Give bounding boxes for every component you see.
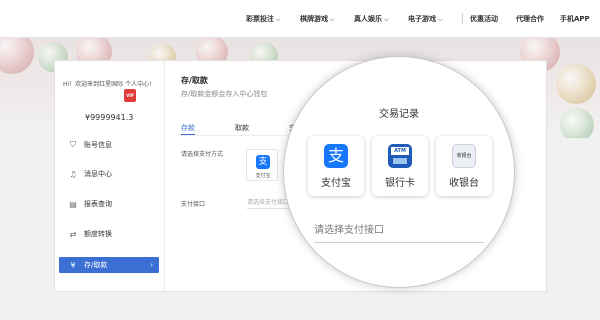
nav-chess-label: 棋牌游戏 xyxy=(300,15,328,23)
bank-card-label: 银行卡 xyxy=(385,178,415,189)
cashier-label: 收银台 xyxy=(449,178,479,189)
transaction-records-tab[interactable]: 交易记录 xyxy=(284,105,514,120)
chevron-down-icon: ⌵ xyxy=(276,16,281,23)
nav-chess[interactable]: 棋牌游戏 ⌵ xyxy=(300,14,335,24)
document-icon: ▤ xyxy=(69,199,77,209)
top-nav: 彩票投注 ⌵ 棋牌游戏 ⌵ 真人娱乐 ⌵ 电子游戏 ⌵ 优惠活动 代理合作 手机APP xyxy=(0,0,600,38)
sidebar-item-label: 消息中心 xyxy=(84,170,112,178)
alipay-label: 支付宝 xyxy=(321,178,351,189)
alipay-icon: 支 xyxy=(324,144,348,168)
account-sidebar: Hi！欢迎来到红星国际 个人中心! VIP ¥9999941.3 ⛉ 账号信息 … xyxy=(55,61,165,291)
nav-live-label: 真人娱乐 xyxy=(354,15,382,23)
nav-lottery-label: 彩票投注 xyxy=(246,15,274,23)
alipay-option-label: 支付宝 xyxy=(255,173,271,179)
balance-value: ¥9999941.3 xyxy=(85,113,134,122)
sidebar-item-reports[interactable]: ▤ 报表查询 xyxy=(67,196,157,212)
atm-icon-text: ATM xyxy=(391,147,409,155)
sidebar-item-label: 额度转换 xyxy=(84,230,112,238)
tab-deposit[interactable]: 存款 xyxy=(181,123,195,133)
atm-icon: ATM xyxy=(388,144,412,168)
sidebar-item-label: 账号信息 xyxy=(84,141,112,149)
vip-badge: VIP xyxy=(124,89,136,102)
atm-slot xyxy=(393,158,407,164)
magnifier-overlay: 交易记录 支 支付宝 ATM 银行卡 收银台 收银台 请选择支付接口 xyxy=(284,57,514,287)
transfer-icon: ⇄ xyxy=(69,229,77,239)
chevron-right-icon: › xyxy=(150,261,153,269)
sidebar-item-transfer[interactable]: ⇄ 额度转换 xyxy=(67,226,157,242)
lottery-ball-decoration xyxy=(560,108,594,138)
alipay-icon: 支 xyxy=(256,155,270,169)
welcome-text: Hi！欢迎来到红星国际 个人中心! xyxy=(63,81,152,88)
payment-method-label: 请选择支付方式 xyxy=(181,151,224,158)
payment-interface-label: 支付接口 xyxy=(181,201,206,208)
tab-active-indicator xyxy=(181,134,195,135)
chevron-down-icon: ⌵ xyxy=(330,16,335,23)
cashier-icon: 收银台 xyxy=(452,144,476,168)
nav-slots-label: 电子游戏 xyxy=(408,15,436,23)
shield-icon: ⛉ xyxy=(70,140,76,149)
tab-withdraw[interactable]: 取款 xyxy=(235,123,249,133)
sidebar-item-account-info[interactable]: ⛉ 账号信息 xyxy=(67,137,157,153)
lottery-ball-decoration xyxy=(556,64,596,104)
alipay-option-zoomed[interactable]: 支 支付宝 xyxy=(308,136,364,196)
payment-interface-select-zoomed[interactable]: 请选择支付接口 xyxy=(314,221,484,243)
sidebar-item-messages[interactable]: ♫ 消息中心 xyxy=(67,166,157,182)
page-subtitle: 存/取款金额会存入中心钱包 xyxy=(181,90,268,98)
alipay-option[interactable]: 支 支付宝 xyxy=(246,149,278,181)
nav-slots[interactable]: 电子游戏 ⌵ xyxy=(408,14,443,24)
sidebar-item-label: 报表查询 xyxy=(84,200,112,208)
bank-card-option-zoomed[interactable]: ATM 银行卡 xyxy=(372,136,428,196)
chevron-down-icon: ⌵ xyxy=(384,16,389,23)
sidebar-item-deposit-withdraw[interactable]: ¥ 存/取款 › xyxy=(59,257,159,273)
nav-divider xyxy=(462,13,463,24)
lottery-ball-decoration xyxy=(0,38,34,74)
cashier-option-zoomed[interactable]: 收银台 收银台 xyxy=(436,136,492,196)
nav-live[interactable]: 真人娱乐 ⌵ xyxy=(354,14,389,24)
yen-icon: ¥ xyxy=(70,260,76,270)
page-title: 存/取款 xyxy=(181,76,208,85)
nav-lottery[interactable]: 彩票投注 ⌵ xyxy=(246,14,281,24)
sidebar-item-label: 存/取款 xyxy=(84,261,108,269)
chevron-down-icon: ⌵ xyxy=(438,16,443,23)
nav-agent[interactable]: 代理合作 xyxy=(516,14,544,24)
nav-promotions[interactable]: 优惠活动 xyxy=(470,14,498,24)
nav-mobile-app[interactable]: 手机APP xyxy=(560,14,590,24)
bell-icon: ♫ xyxy=(69,169,77,179)
